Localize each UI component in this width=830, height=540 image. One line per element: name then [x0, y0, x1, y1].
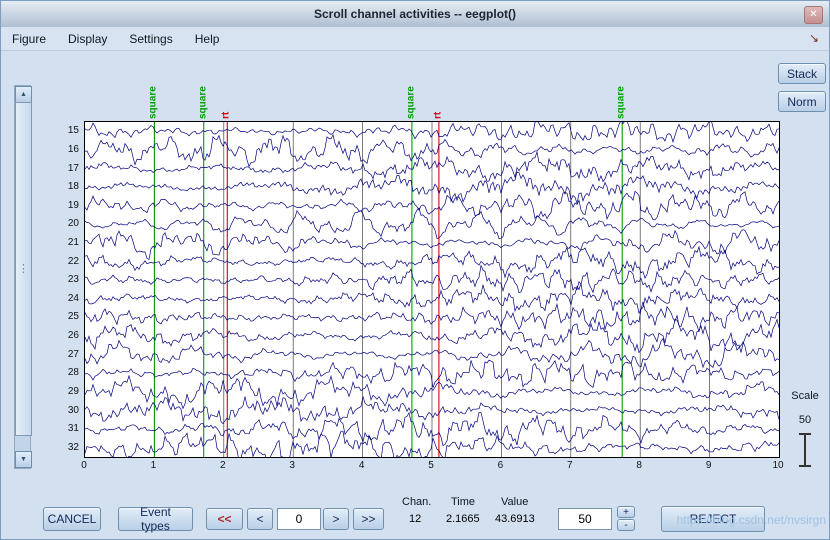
chan-value: 12	[409, 513, 422, 525]
scrollbar-thumb[interactable]: ⋮	[15, 102, 32, 436]
scale-input[interactable]	[558, 508, 612, 530]
scale-label: Scale	[791, 390, 819, 402]
event-marker-label: square	[197, 86, 209, 119]
event-marker-label: square	[405, 86, 417, 119]
stack-button[interactable]: Stack	[778, 63, 826, 84]
channel-label: 16	[67, 143, 79, 155]
chan-label: Chan.	[402, 496, 432, 508]
scroll-down-icon: ▼	[20, 456, 27, 463]
scroll-up-icon: ▲	[20, 91, 27, 98]
channel-label: 19	[67, 199, 79, 211]
time-value: 2.1665	[446, 513, 480, 525]
channel-label: 23	[67, 274, 79, 286]
time-axis-labels: 0 1 2 3 4 5 6 7 8 9 10	[81, 460, 784, 474]
time-tick-label: 6	[497, 460, 504, 471]
window-title: Scroll channel activities -- eegplot()	[313, 7, 517, 21]
channel-axis-labels: 15 16 17 18 19 20 21 22 23 24 25 26 27 28 29 30 31 32	[57, 122, 81, 457]
menu-figure[interactable]: Figure	[1, 29, 57, 49]
time-tick-label: 3	[289, 460, 295, 471]
channel-label: 30	[67, 404, 79, 416]
rewind-button[interactable]: <	[247, 508, 273, 530]
scale-increase-button[interactable]: +	[617, 506, 635, 518]
forward-fast-button[interactable]: >>	[353, 508, 384, 530]
channel-label: 26	[67, 330, 79, 341]
eeg-traces[interactable]	[85, 122, 779, 457]
menu-settings[interactable]: Settings	[118, 29, 183, 49]
channel-label: 18	[67, 181, 79, 193]
time-tick-label: 4	[358, 460, 365, 471]
menu-help[interactable]: Help	[184, 29, 231, 49]
time-tick-label: 9	[705, 460, 712, 471]
titlebar[interactable]: Scroll channel activities -- eegplot() ✕	[1, 1, 829, 28]
event-marker-label: rt	[432, 111, 444, 119]
forward-button[interactable]: >	[323, 508, 349, 530]
eeg-plot-area[interactable]	[84, 121, 780, 458]
channel-label: 28	[67, 367, 79, 379]
time-tick-label: 7	[567, 460, 573, 471]
vertical-scrollbar[interactable]: ▲ ⋮ ▼	[14, 85, 32, 469]
value-label: Value	[501, 496, 529, 508]
scale-ibeam-icon	[797, 433, 813, 467]
scrollbar-thumb-grip-icon: ⋮	[18, 262, 29, 275]
menu-display[interactable]: Display	[57, 29, 118, 49]
menu-corner-icon[interactable]: ↘	[809, 31, 819, 45]
scrollbar-down-button[interactable]: ▼	[15, 451, 32, 468]
channel-label: 24	[67, 292, 79, 304]
channel-label: 29	[67, 385, 79, 397]
time-label: Time	[451, 496, 476, 508]
scale-decrease-button[interactable]: -	[617, 519, 635, 531]
channel-label: 21	[67, 237, 79, 248]
time-tick-label: 2	[220, 460, 226, 471]
channel-label: 32	[67, 441, 79, 453]
channel-label: 27	[67, 348, 79, 360]
norm-button[interactable]: Norm	[778, 91, 826, 112]
time-tick-label: 0	[81, 460, 87, 471]
menubar: Figure Display Settings Help ↘	[1, 27, 829, 51]
close-button[interactable]: ✕	[804, 6, 823, 24]
scale-value: 50	[798, 414, 812, 426]
value-value: 43.6913	[495, 513, 535, 525]
event-types-button[interactable]: Event types	[118, 505, 193, 533]
channel-label: 20	[67, 218, 79, 230]
event-marker-label: rt	[220, 111, 232, 119]
time-tick-label: 1	[150, 460, 157, 471]
event-marker-label: square	[615, 86, 627, 119]
eegplot-window: Scroll channel activities -- eegplot() ✕…	[0, 0, 830, 540]
reject-button[interactable]: REJECT	[661, 506, 765, 532]
channel-label: 31	[67, 423, 79, 435]
close-icon: ✕	[809, 9, 818, 20]
channel-label: 25	[67, 311, 79, 323]
channel-label: 22	[67, 255, 79, 267]
event-marker-label: square	[147, 86, 159, 119]
rewind-fast-button[interactable]: <<	[206, 508, 243, 530]
time-tick-label: 8	[636, 460, 642, 471]
channel-label: 15	[67, 125, 79, 137]
scrollbar-up-button[interactable]: ▲	[15, 86, 32, 103]
cancel-button[interactable]: CANCEL	[43, 507, 101, 531]
time-tick-label: 5	[428, 460, 434, 471]
time-tick-label: 10	[772, 460, 784, 471]
position-input[interactable]	[277, 508, 321, 530]
channel-label: 17	[67, 162, 79, 174]
